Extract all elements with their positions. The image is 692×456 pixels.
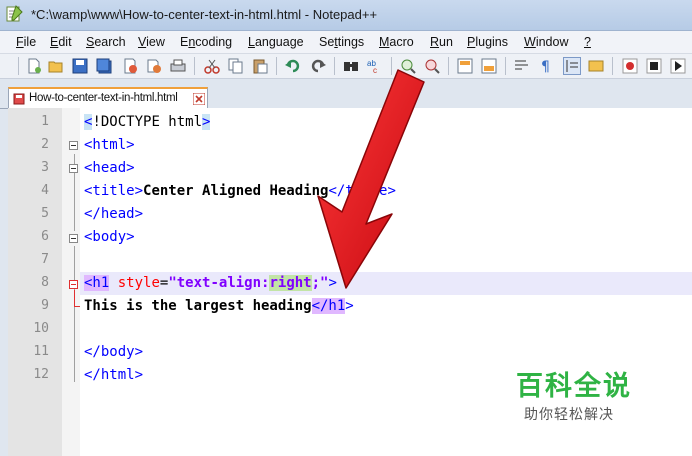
code-line: 6 <body> [8,226,692,249]
code-line: 5 </head> [8,203,692,226]
copy-icon[interactable] [228,58,244,74]
code-text: <body> [84,229,135,245]
zoom-in-icon[interactable] [400,58,416,74]
sync-horizontal-icon[interactable] [481,58,497,74]
save-icon[interactable] [72,58,88,74]
code-text: </head> [84,206,144,222]
menu-language[interactable]: Language [248,35,304,49]
code-text: <title>Center Aligned Heading</title> [84,183,396,199]
code-text: <h1 style="text-align:right;"> [84,275,337,291]
unsaved-file-icon [13,93,25,105]
user-language-icon[interactable] [588,58,604,74]
save-all-icon[interactable] [96,58,112,74]
code-line: 2 <html> [8,134,692,157]
line-number: 2 [41,137,49,152]
paste-icon[interactable] [252,58,268,74]
menu-file[interactable]: File [16,35,36,49]
close-tab-icon[interactable] [193,93,205,105]
watermark-tagline: 助你轻松解决 [524,407,614,423]
toolbar-separator [276,57,277,75]
menu-bar: File Edit Search View Encoding Language … [0,31,692,54]
notepadpp-app-icon[interactable] [5,5,23,23]
line-number: 4 [41,183,49,198]
code-line-current: 8 <h1 style="text-align:right;"> [8,272,692,295]
indent-guide-icon[interactable] [563,57,581,75]
menu-encoding[interactable]: Encoding [180,35,232,49]
line-number: 1 [41,114,49,129]
code-text: </html> [84,367,144,383]
line-number: 12 [33,367,49,382]
line-number: 5 [41,206,49,221]
cut-icon[interactable] [204,58,220,74]
record-macro-icon[interactable] [622,58,638,74]
menu-window[interactable]: Window [524,35,568,49]
tab-bar: How-to-center-text-in-html.html [0,79,692,109]
window-title: *C:\wamp\www\How-to-center-text-in-html.… [31,7,378,22]
toolbar-separator [448,57,449,75]
menu-help[interactable]: ? [584,35,591,49]
selected-text: right [269,275,312,291]
toolbar-separator [505,57,506,75]
tab-file[interactable]: How-to-center-text-in-html.html [8,87,208,109]
new-file-icon[interactable] [26,58,42,74]
toolbar-separator [612,57,613,75]
code-text: <!DOCTYPE html> [84,114,211,130]
open-file-icon[interactable] [48,58,64,74]
close-file-icon[interactable] [122,58,138,74]
line-number: 11 [33,344,49,359]
print-icon[interactable] [170,58,186,74]
toolbar-separator [194,57,195,75]
show-all-chars-icon[interactable]: ¶ [538,58,554,74]
redo-icon[interactable] [310,58,326,74]
code-line: 4 <title>Center Aligned Heading</title> [8,180,692,203]
code-line: 10 [8,318,692,341]
find-icon[interactable] [343,58,359,74]
code-text: <head> [84,160,135,176]
replace-icon[interactable]: abc [367,58,383,74]
title-bar: *C:\wamp\www\How-to-center-text-in-html.… [0,0,692,31]
line-number: 10 [33,321,49,336]
menu-view[interactable]: View [138,35,165,49]
tab-label: How-to-center-text-in-html.html [29,92,178,104]
play-macro-icon[interactable] [670,58,686,74]
code-line: 1 <!DOCTYPE html> [8,111,692,134]
code-text: <html> [84,137,135,153]
toolbar-separator [334,57,335,75]
code-text: This is the largest heading</h1> [84,298,354,314]
code-line: 9 This is the largest heading</h1> [8,295,692,318]
menu-plugins[interactable]: Plugins [467,35,508,49]
svg-text:¶: ¶ [541,59,550,74]
svg-text:c: c [373,66,377,74]
menu-macro[interactable]: Macro [379,35,414,49]
undo-icon[interactable] [285,58,301,74]
code-line: 11 </body> [8,341,692,364]
toolbar-separator [391,57,392,75]
toolbar: ab c ¶ [0,54,692,79]
line-number: 6 [41,229,49,244]
zoom-out-icon[interactable] [424,58,440,74]
toolbar-separator [18,57,19,75]
watermark-brand: 百科全说 [516,371,632,402]
code-line: 3 <head> [8,157,692,180]
word-wrap-icon[interactable] [514,58,530,74]
line-number: 8 [41,275,49,290]
code-line: 7 [8,249,692,272]
line-number: 7 [41,252,49,267]
sync-vertical-icon[interactable] [457,58,473,74]
close-all-icon[interactable] [146,58,162,74]
menu-search[interactable]: Search [86,35,126,49]
menu-run[interactable]: Run [430,35,453,49]
menu-settings[interactable]: Settings [319,35,364,49]
code-text: </body> [84,344,144,360]
watermark-logo: 百科全说 助你轻松解决 [516,364,632,423]
line-number: 9 [41,298,49,313]
line-number: 3 [41,160,49,175]
stop-macro-icon[interactable] [646,58,662,74]
menu-edit[interactable]: Edit [50,35,72,49]
